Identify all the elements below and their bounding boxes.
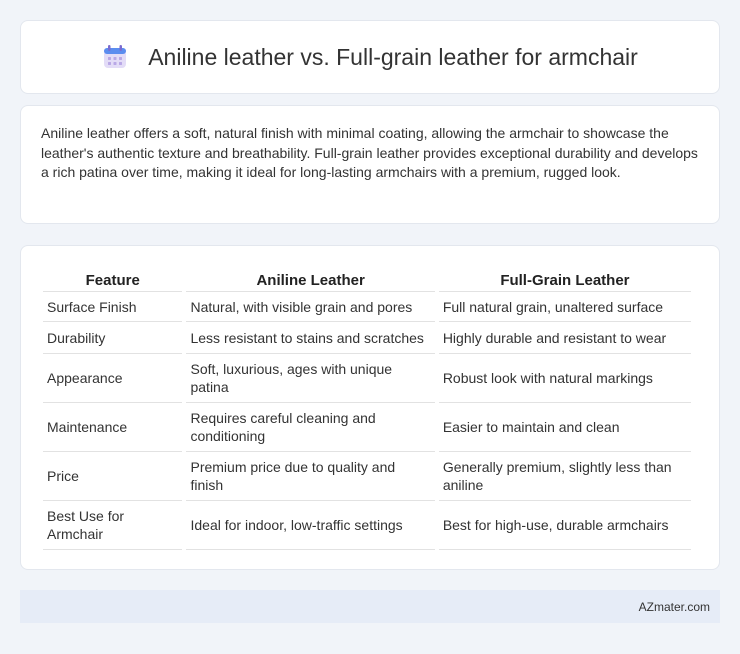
aniline-cell: Requires careful cleaning and conditioni… <box>186 403 435 452</box>
full-grain-cell: Robust look with natural markings <box>438 354 691 403</box>
full-grain-cell: Full natural grain, unaltered surface <box>438 292 691 322</box>
footer-brand: AZmater.com <box>638 599 710 614</box>
calendar-icon <box>104 45 127 68</box>
table-row: Best Use for Armchair Ideal for indoor, … <box>43 501 691 550</box>
title-wrap: Aniline leather vs. Full-grain leather f… <box>102 44 638 71</box>
intro-card: Aniline leather offers a soft, natural f… <box>20 105 720 224</box>
comparison-table: Feature Aniline Leather Full-Grain Leath… <box>39 260 695 550</box>
aniline-cell: Premium price due to quality and finish <box>186 452 435 501</box>
title-card: Aniline leather vs. Full-grain leather f… <box>20 20 720 94</box>
aniline-cell: Ideal for indoor, low-traffic settings <box>186 501 435 550</box>
feature-cell: Appearance <box>43 354 183 403</box>
footer-bar: AZmater.com <box>20 590 720 623</box>
feature-cell: Price <box>43 452 183 501</box>
aniline-cell: Natural, with visible grain and pores <box>186 292 435 322</box>
page-title: Aniline leather vs. Full-grain leather f… <box>148 43 638 70</box>
header-aniline: Aniline Leather <box>186 260 435 292</box>
table-row: Appearance Soft, luxurious, ages with un… <box>43 354 691 403</box>
feature-cell: Durability <box>43 322 183 354</box>
aniline-cell: Soft, luxurious, ages with unique patina <box>186 354 435 403</box>
table-row: Price Premium price due to quality and f… <box>43 452 691 501</box>
feature-cell: Surface Finish <box>43 292 183 322</box>
comparison-card: Feature Aniline Leather Full-Grain Leath… <box>20 245 720 570</box>
table-header-row: Feature Aniline Leather Full-Grain Leath… <box>43 260 691 292</box>
feature-cell: Best Use for Armchair <box>43 501 183 550</box>
header-full-grain: Full-Grain Leather <box>438 260 691 292</box>
full-grain-cell: Easier to maintain and clean <box>438 403 691 452</box>
table-row: Surface Finish Natural, with visible gra… <box>43 292 691 322</box>
intro-paragraph: Aniline leather offers a soft, natural f… <box>41 125 698 180</box>
table-row: Durability Less resistant to stains and … <box>43 322 691 354</box>
feature-cell: Maintenance <box>43 403 183 452</box>
full-grain-cell: Best for high-use, durable armchairs <box>438 501 691 550</box>
header-feature: Feature <box>43 260 183 292</box>
full-grain-cell: Highly durable and resistant to wear <box>438 322 691 354</box>
aniline-cell: Less resistant to stains and scratches <box>186 322 435 354</box>
table-row: Maintenance Requires careful cleaning an… <box>43 403 691 452</box>
full-grain-cell: Generally premium, slightly less than an… <box>438 452 691 501</box>
